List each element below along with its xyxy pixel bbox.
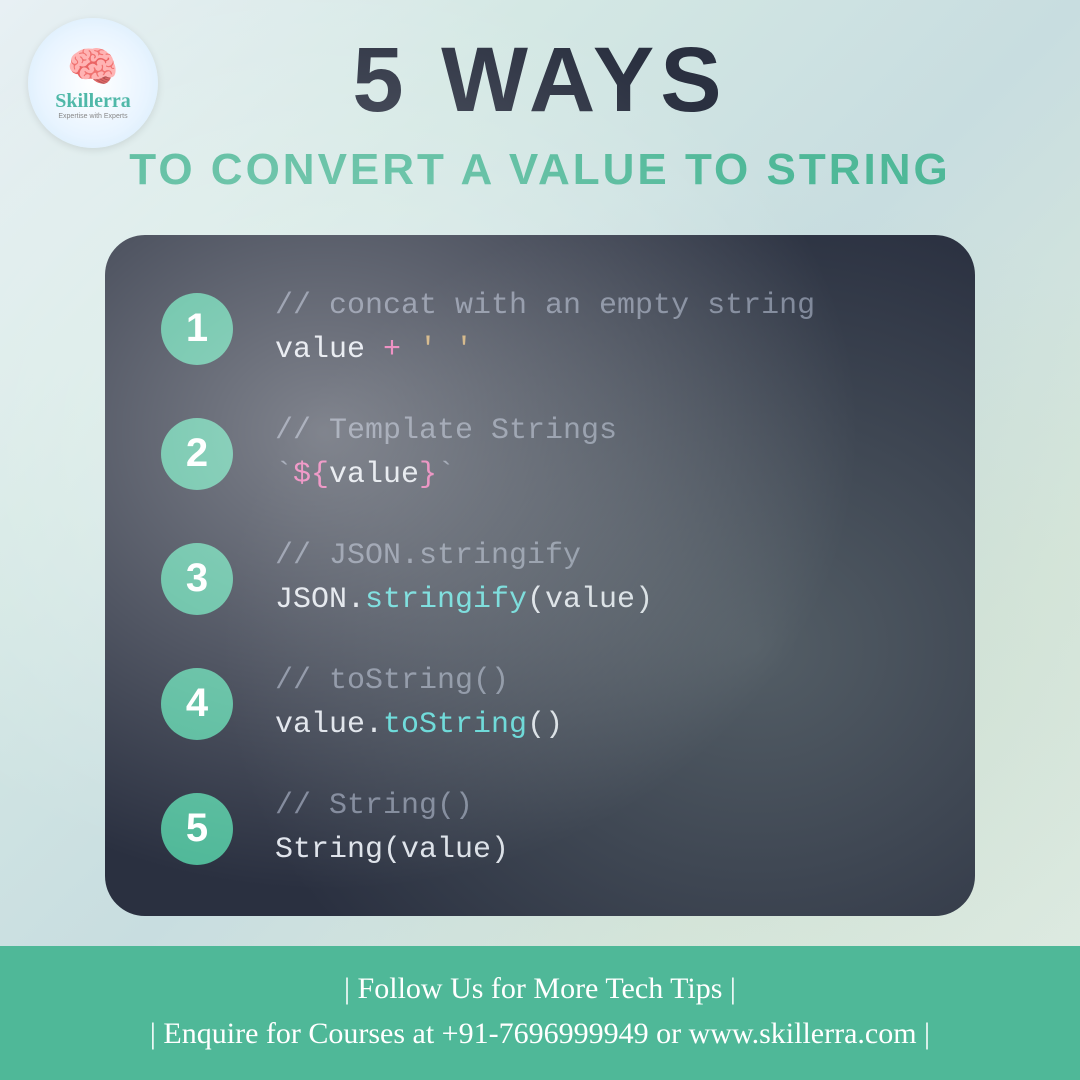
brain-icon: 🧠 [67,46,119,88]
logo-tagline: Expertise with Experts [58,113,127,120]
brand-logo: 🧠 Skillerra Expertise with Experts [28,18,158,148]
background-texture [0,0,1080,1080]
footer-contact: | Enquire for Courses at +91-7696999949 … [10,1011,1070,1056]
logo-brand-text: Skillerra [55,90,131,113]
footer-follow: | Follow Us for More Tech Tips | [10,966,1070,1011]
footer-banner: | Follow Us for More Tech Tips | | Enqui… [0,946,1080,1080]
